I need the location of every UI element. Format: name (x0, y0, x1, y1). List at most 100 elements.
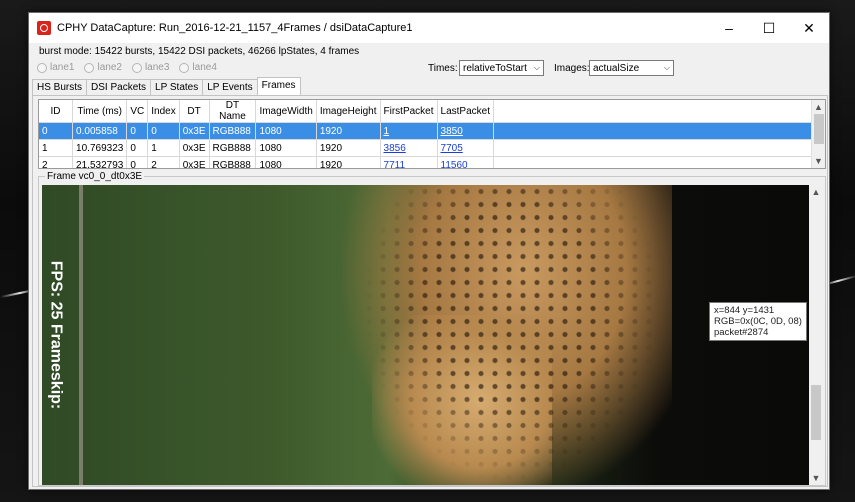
cell-image-width: 1080 (255, 139, 317, 157)
radio-icon (131, 62, 142, 73)
cell-image-height: 1920 (316, 156, 381, 168)
column-header-image-width[interactable]: ImageWidth (255, 100, 317, 123)
cell-time: 21.532793 (72, 156, 128, 168)
table-header-row: ID Time (ms) VC Index DT DT Name ImageWi… (39, 100, 825, 123)
last-packet-link[interactable]: 3850 (441, 126, 463, 137)
scroll-down-icon[interactable]: ▼ (812, 154, 825, 168)
lane3-radio[interactable]: lane3 (131, 62, 169, 73)
vertical-line (79, 185, 83, 485)
title-bar: CPHY DataCapture: Run_2016-12-21_1157_4F… (29, 13, 829, 43)
cell-time: 10.769323 (72, 139, 128, 157)
scroll-up-icon[interactable]: ▲ (809, 185, 823, 199)
scrollbar-thumb[interactable] (814, 114, 824, 144)
cell-first-packet: 7711 (380, 156, 438, 169)
cell-index: 2 (147, 156, 180, 168)
window-controls: – ☐ ✕ (709, 13, 829, 43)
column-header-filler (493, 100, 825, 123)
times-label: Times: (428, 63, 458, 74)
tab-hs-bursts[interactable]: HS Bursts (32, 79, 88, 96)
app-window: CPHY DataCapture: Run_2016-12-21_1157_4F… (28, 12, 830, 490)
cell-vc: 0 (126, 139, 149, 157)
first-packet-link[interactable]: 7711 (384, 160, 406, 169)
first-packet-link[interactable]: 3856 (384, 143, 406, 154)
cell-index: 1 (147, 139, 180, 157)
scrollbar-thumb[interactable] (811, 385, 821, 440)
window-title: CPHY DataCapture: Run_2016-12-21_1157_4F… (57, 22, 413, 34)
fps-overlay: FPS: 25 Frameskip: (42, 185, 68, 485)
pixel-tooltip: x=844 y=1431 RGB=0x(0C, 0D, 08) packet#2… (709, 302, 807, 341)
table-row[interactable]: 2 21.532793 0 2 0x3E RGB888 1080 1920 77… (39, 156, 825, 169)
column-header-image-height[interactable]: ImageHeight (316, 100, 381, 123)
tab-dsi-packets[interactable]: DSI Packets (86, 79, 152, 96)
cell-image-width: 1080 (255, 122, 317, 140)
app-icon (37, 21, 51, 35)
fps-overlay-text: FPS: 25 Frameskip: (47, 260, 64, 410)
scroll-down-icon[interactable]: ▼ (809, 471, 823, 485)
cell-filler (493, 139, 825, 157)
column-header-index[interactable]: Index (147, 100, 180, 123)
cell-dt: 0x3E (179, 122, 210, 140)
images-select[interactable]: actualSize ⌵ (589, 60, 674, 76)
cell-first-packet: 1 (380, 122, 438, 140)
lane4-radio[interactable]: lane4 (179, 62, 217, 73)
column-header-first-packet[interactable]: FirstPacket (380, 100, 438, 123)
tab-lp-states[interactable]: LP States (150, 79, 204, 96)
lane-selector: lane1 lane2 lane3 lane4 (37, 62, 217, 73)
times-select[interactable]: relativeToStart ⌵ (459, 60, 544, 76)
frames-table: ID Time (ms) VC Index DT DT Name ImageWi… (38, 99, 826, 169)
lane-label: lane4 (192, 62, 217, 73)
times-value: relativeToStart (463, 62, 527, 74)
column-header-vc[interactable]: VC (126, 100, 149, 123)
frame-title: Frame vc0_0_dt0x3E (45, 171, 145, 182)
tooltip-packet: packet#2874 (714, 327, 769, 338)
column-header-last-packet[interactable]: LastPacket (437, 100, 495, 123)
frame-viewer: Frame vc0_0_dt0x3E FPS: 25 Frameskip: x=… (38, 171, 826, 486)
cell-vc: 0 (126, 156, 149, 168)
scroll-up-icon[interactable]: ▲ (812, 100, 825, 114)
minimize-button[interactable]: – (709, 13, 749, 43)
lane-label: lane2 (97, 62, 122, 73)
frame-image[interactable]: FPS: 25 Frameskip: x=844 y=1431 RGB=0x(0… (42, 185, 811, 485)
cell-vc: 0 (126, 122, 149, 140)
maximize-button[interactable]: ☐ (749, 13, 789, 43)
lane2-radio[interactable]: lane2 (84, 62, 122, 73)
cell-image-height: 1920 (316, 139, 381, 157)
radio-icon (84, 62, 95, 73)
close-button[interactable]: ✕ (789, 13, 829, 43)
chevron-down-icon: ⌵ (663, 63, 670, 72)
tab-frames[interactable]: Frames (256, 77, 301, 95)
images-label: Images: (554, 63, 590, 74)
tab-bar: HS Bursts DSI Packets LP States LP Event… (32, 77, 301, 96)
cell-dt-name: RGB888 (209, 122, 257, 140)
table-row[interactable]: 1 10.769323 0 1 0x3E RGB888 1080 1920 38… (39, 139, 825, 157)
first-packet-link[interactable]: 1 (384, 126, 390, 137)
burst-info: burst mode: 15422 bursts, 15422 DSI pack… (39, 46, 360, 57)
column-header-dt[interactable]: DT (179, 100, 210, 123)
chevron-down-icon: ⌵ (533, 63, 540, 72)
cell-image-height: 1920 (316, 122, 381, 140)
lane-label: lane1 (50, 62, 75, 73)
image-scrollbar[interactable]: ▲ ▼ (809, 185, 823, 485)
tab-lp-events[interactable]: LP Events (202, 79, 258, 96)
cell-time: 0.005858 (72, 122, 128, 140)
frames-panel: ID Time (ms) VC Index DT DT Name ImageWi… (32, 95, 828, 487)
cell-index: 0 (147, 122, 180, 140)
cell-filler (493, 122, 825, 140)
radio-icon (179, 62, 190, 73)
column-header-id[interactable]: ID (39, 100, 74, 123)
table-scrollbar[interactable]: ▲ ▼ (811, 100, 825, 168)
tooltip-rgb: RGB=0x(0C, 0D, 08) (714, 316, 802, 327)
last-packet-link[interactable]: 11560 (441, 160, 468, 169)
images-value: actualSize (593, 62, 640, 74)
tooltip-coords: x=844 y=1431 (714, 305, 775, 316)
lane1-radio[interactable]: lane1 (37, 62, 74, 73)
cell-last-packet: 3850 (437, 122, 495, 140)
column-header-time[interactable]: Time (ms) (72, 100, 128, 123)
radio-icon (37, 62, 47, 73)
cheetah-spots (362, 185, 662, 485)
column-header-dt-name[interactable]: DT Name (209, 100, 257, 123)
table-row[interactable]: 0 0.005858 0 0 0x3E RGB888 1080 1920 1 3… (39, 122, 825, 140)
cell-dt-name: RGB888 (209, 156, 257, 168)
cell-first-packet: 3856 (380, 139, 438, 157)
last-packet-link[interactable]: 7705 (441, 143, 463, 154)
